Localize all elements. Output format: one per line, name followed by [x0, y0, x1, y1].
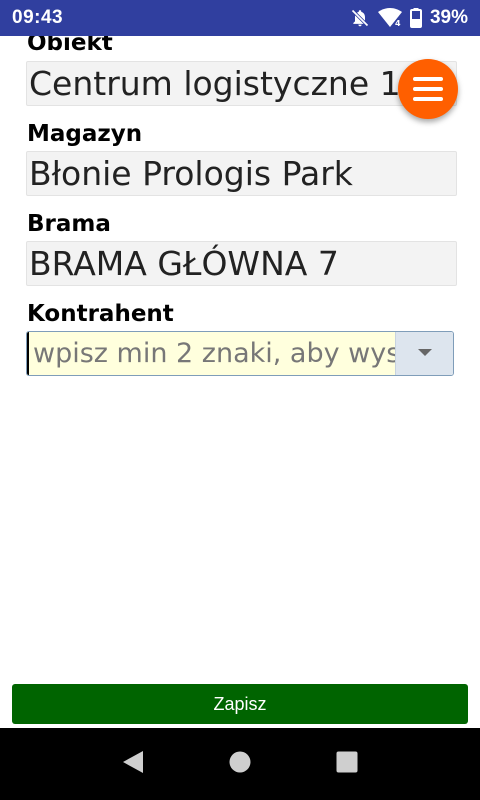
kontrahent-label: Kontrahent [27, 301, 174, 327]
status-icons: 4 39% [350, 7, 468, 29]
kontrahent-dropdown-button[interactable] [395, 332, 453, 375]
obiekt-field[interactable]: Centrum logistyczne 1 [26, 61, 457, 106]
obiekt-label: Obiekt [27, 36, 113, 56]
recents-icon[interactable] [336, 751, 358, 778]
brama-label: Brama [27, 211, 111, 237]
svg-text:4: 4 [395, 19, 401, 28]
battery-icon [409, 8, 422, 28]
hamburger-menu-icon [413, 77, 443, 81]
kontrahent-search-input[interactable] [27, 332, 395, 375]
form-content: Obiekt Centrum logistyczne 1 Magazyn Bło… [0, 36, 480, 684]
back-icon[interactable] [122, 750, 144, 779]
home-icon[interactable] [229, 751, 251, 778]
kontrahent-combobox[interactable] [26, 331, 454, 376]
menu-button[interactable] [398, 59, 458, 119]
status-bar: 09:43 4 39% [0, 0, 480, 36]
battery-percent: 39% [429, 7, 468, 28]
magazyn-label: Magazyn [27, 121, 143, 147]
chevron-down-icon [417, 345, 433, 363]
notifications-off-icon [350, 8, 370, 28]
save-button[interactable]: Zapisz [12, 684, 468, 724]
brama-field[interactable]: BRAMA GŁÓWNA 7 [26, 241, 457, 286]
system-nav-bar [0, 728, 480, 800]
wifi-icon: 4 [377, 8, 402, 28]
magazyn-field[interactable]: Błonie Prologis Park [26, 151, 457, 196]
status-time: 09:43 [12, 7, 64, 28]
